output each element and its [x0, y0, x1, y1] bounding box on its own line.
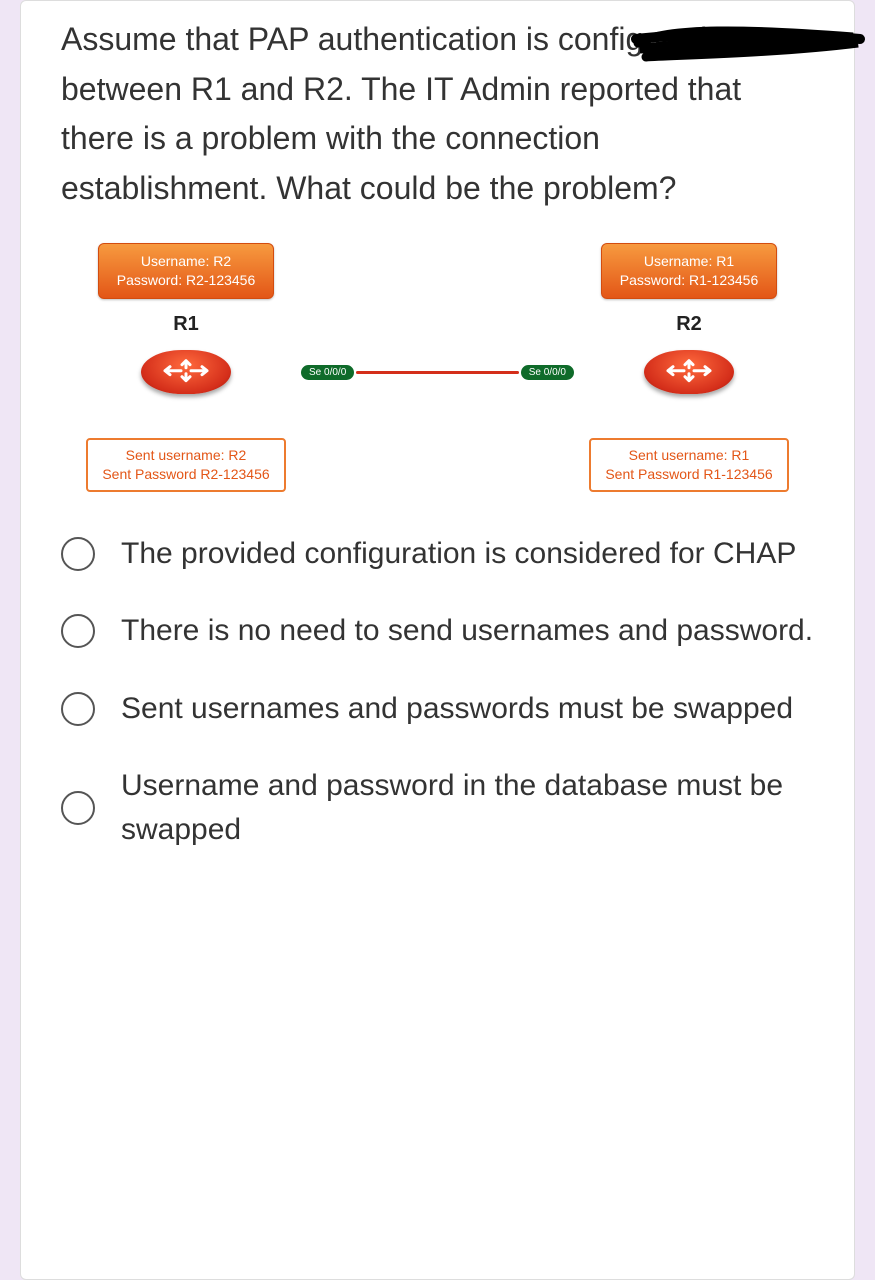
interface-label-left: Se 0/0/0 — [301, 365, 354, 380]
router-icon-r1 — [141, 350, 231, 394]
r1-sent-username: Sent username: R2 — [102, 446, 269, 465]
r2-credential-db-box: Username: R1 Password: R1-123456 — [601, 243, 778, 299]
option-3[interactable]: Sent usernames and passwords must be swa… — [61, 687, 814, 731]
r1-db-password: Password: R2-123456 — [117, 271, 256, 290]
right-column: Username: R1 Password: R1-123456 R2 — [574, 243, 804, 342]
r1-credential-db-box: Username: R2 Password: R2-123456 — [98, 243, 275, 299]
left-column: Username: R2 Password: R2-123456 R1 — [71, 243, 301, 342]
serial-link-line — [356, 371, 518, 374]
r2-sent-password: Sent Password R1-123456 — [605, 465, 772, 484]
r1-db-username: Username: R2 — [117, 252, 256, 271]
r2-sent-username: Sent username: R1 — [605, 446, 772, 465]
router-label-r2: R2 — [676, 313, 702, 336]
radio-icon — [61, 614, 95, 648]
router-label-r1: R1 — [173, 313, 199, 336]
r2-db-password: Password: R1-123456 — [620, 271, 759, 290]
router-link-row: Se 0/0/0 Se 0/0/0 — [71, 342, 804, 402]
radio-icon — [61, 791, 95, 825]
option-4[interactable]: Username and password in the database mu… — [61, 764, 814, 851]
question-card: Assume that PAP authentication is config… — [20, 0, 855, 1280]
option-1[interactable]: The provided configuration is considered… — [61, 532, 814, 576]
option-text: The provided configuration is considered… — [121, 532, 796, 576]
router-icon-r2 — [644, 350, 734, 394]
r2-db-username: Username: R1 — [620, 252, 759, 271]
r1-sent-credentials-box: Sent username: R2 Sent Password R2-12345… — [86, 438, 285, 492]
interface-label-right: Se 0/0/0 — [521, 365, 574, 380]
option-text: Sent usernames and passwords must be swa… — [121, 687, 793, 731]
r2-sent-credentials-box: Sent username: R1 Sent Password R1-12345… — [589, 438, 788, 492]
answer-options: The provided configuration is considered… — [61, 532, 814, 852]
radio-icon — [61, 537, 95, 571]
option-2[interactable]: There is no need to send usernames and p… — [61, 609, 814, 653]
credential-db-row: Username: R2 Password: R2-123456 R1 User… — [71, 243, 804, 342]
network-diagram: Username: R2 Password: R2-123456 R1 User… — [71, 243, 804, 492]
redaction-scribble — [628, 19, 868, 72]
option-text: There is no need to send usernames and p… — [121, 609, 813, 653]
r1-sent-password: Sent Password R2-123456 — [102, 465, 269, 484]
option-text: Username and password in the database mu… — [121, 764, 814, 851]
radio-icon — [61, 692, 95, 726]
sent-credentials-row: Sent username: R2 Sent Password R2-12345… — [71, 438, 804, 492]
